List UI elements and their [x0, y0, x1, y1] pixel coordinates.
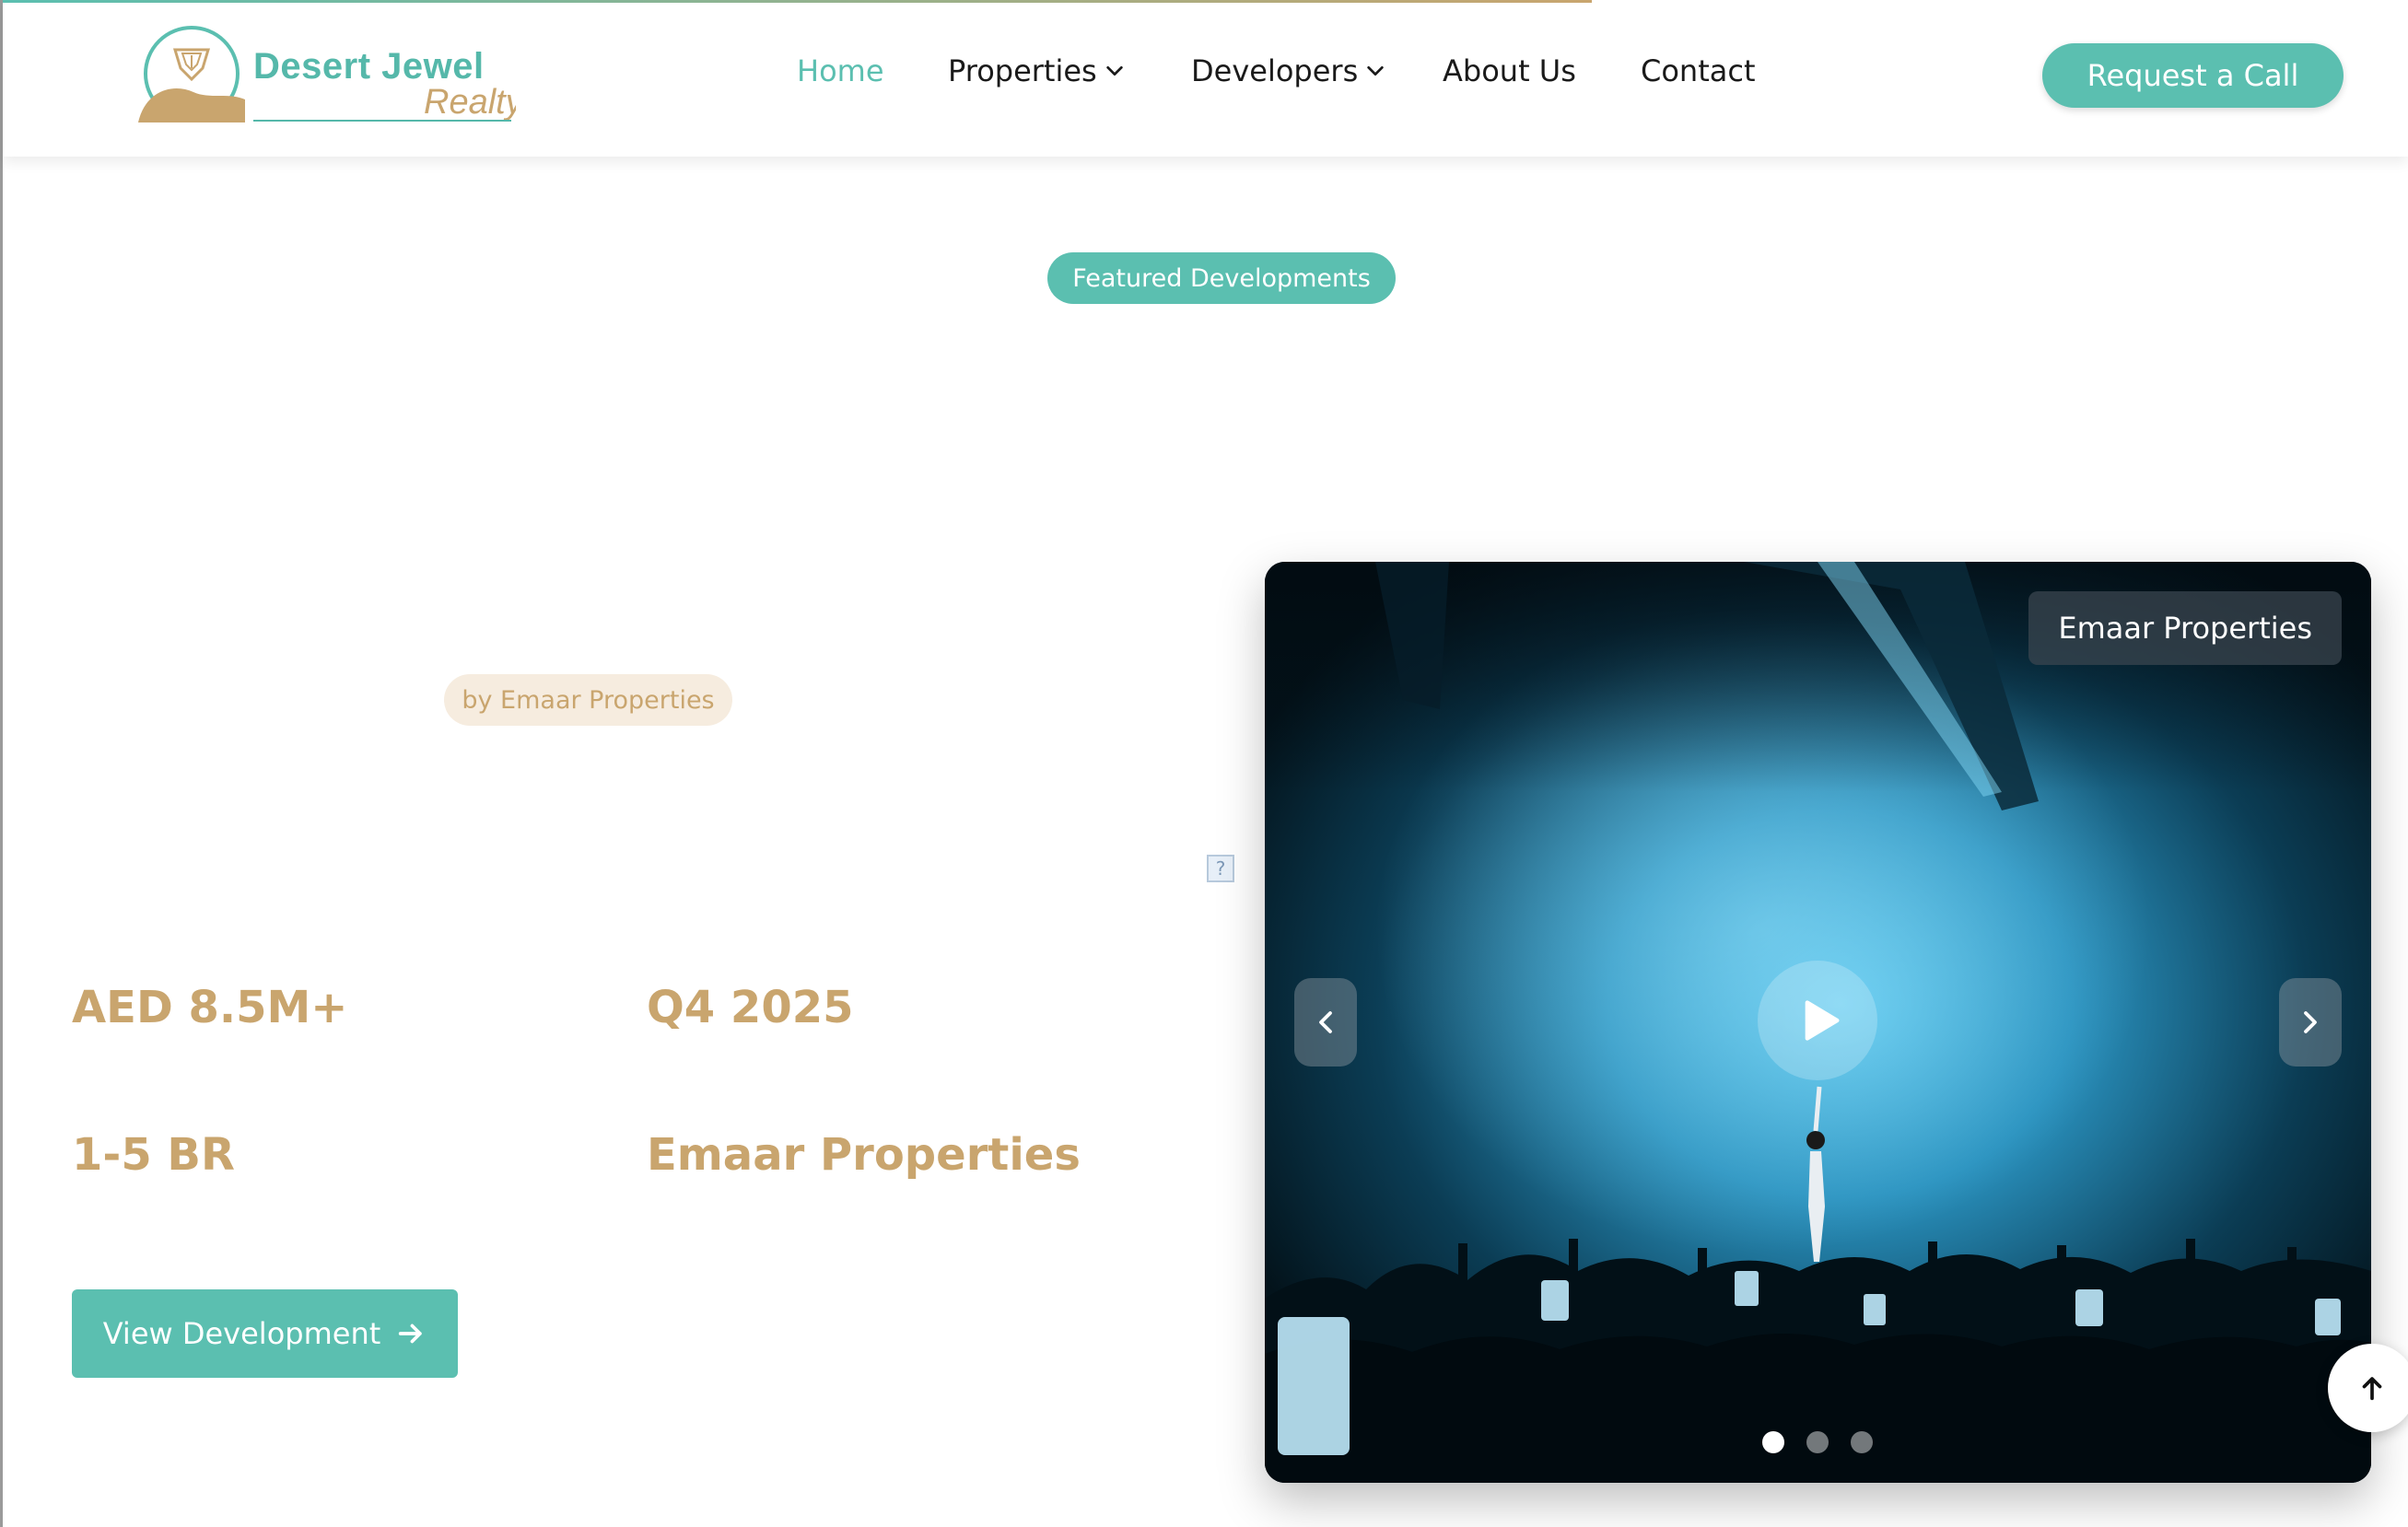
view-development-button[interactable]: View Development	[72, 1289, 458, 1378]
nav-about-us[interactable]: About Us	[1443, 53, 1576, 88]
brand-name: Desert Jewel	[253, 46, 485, 87]
stat-bedrooms: 1-5 BR	[72, 1129, 235, 1181]
stat-developer: Emaar Properties	[647, 1129, 1081, 1181]
nav-about-label: About Us	[1443, 53, 1576, 88]
stat-completion: Q4 2025	[647, 982, 854, 1033]
nav-developers-label: Developers	[1191, 53, 1359, 88]
nav-properties-label: Properties	[948, 53, 1097, 88]
chevron-down-icon	[1106, 65, 1123, 76]
media-carousel[interactable]: Emaar Properties	[1265, 562, 2371, 1483]
broken-image-icon: ?	[1207, 855, 1234, 882]
carousel-dot-1[interactable]	[1762, 1431, 1784, 1453]
top-accent-bar	[3, 0, 1592, 3]
featured-developments-badge: Featured Developments	[1047, 252, 1396, 304]
media-developer-badge: Emaar Properties	[2028, 591, 2342, 665]
carousel-dot-2[interactable]	[1806, 1431, 1829, 1453]
nav-properties[interactable]: Properties	[948, 53, 1125, 88]
carousel-dot-3[interactable]	[1851, 1431, 1873, 1453]
page: Desert Jewel Realty Home Properties Deve…	[0, 0, 2408, 1527]
stat-price: AED 8.5M+	[72, 982, 348, 1033]
brand-tagline: Realty	[424, 83, 516, 122]
nav-home-label: Home	[797, 53, 884, 88]
arrow-right-icon	[399, 1323, 423, 1344]
nav-contact-label: Contact	[1641, 53, 1756, 88]
left-edge-rule	[0, 0, 3, 1527]
nav-developers[interactable]: Developers	[1191, 53, 1385, 88]
nav-contact[interactable]: Contact	[1641, 53, 1756, 88]
brand-underline	[253, 120, 511, 122]
developer-pill: by Emaar Properties	[444, 674, 732, 726]
brand-logo[interactable]: Desert Jewel Realty	[136, 26, 523, 127]
request-call-button[interactable]: Request a Call	[2042, 43, 2344, 108]
carousel-dots	[1762, 1431, 1873, 1453]
chevron-down-icon	[1367, 65, 1384, 76]
view-development-label: View Development	[102, 1316, 381, 1351]
scroll-to-top-button[interactable]	[2328, 1344, 2408, 1432]
carousel-prev-button[interactable]	[1294, 978, 1357, 1067]
chevron-left-icon	[1319, 1011, 1332, 1033]
site-header: Desert Jewel Realty Home Properties Deve…	[3, 0, 2408, 157]
carousel-next-button[interactable]	[2279, 978, 2342, 1067]
play-video-button[interactable]	[1758, 961, 1877, 1080]
nav-home[interactable]: Home	[797, 53, 884, 88]
chevron-right-icon	[2304, 1011, 2317, 1033]
arrow-up-icon	[2362, 1377, 2382, 1401]
logo-mark-icon	[138, 26, 245, 122]
play-icon	[1805, 1000, 1840, 1041]
